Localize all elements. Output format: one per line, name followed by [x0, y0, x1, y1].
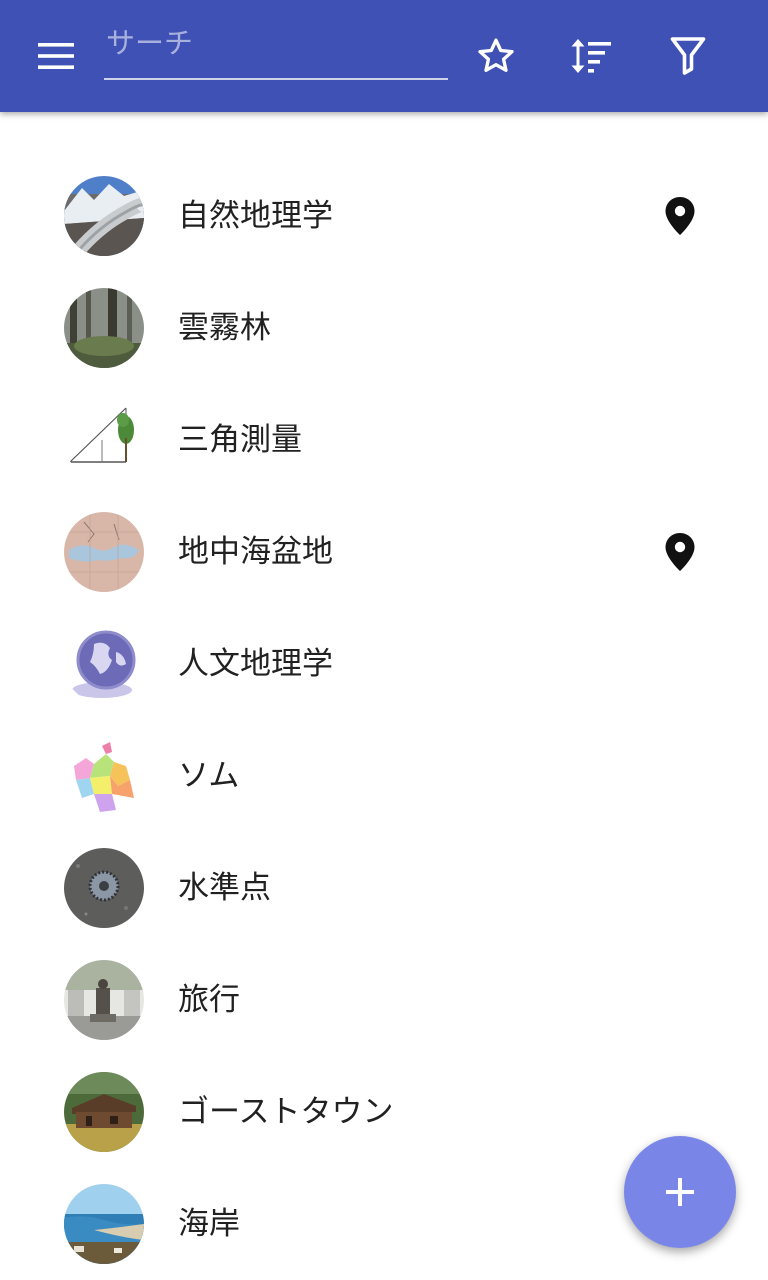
menu-button[interactable]	[28, 28, 84, 84]
sort-button[interactable]	[563, 28, 619, 84]
item-title: 人文地理学	[178, 646, 333, 682]
globe-thumbnail	[64, 624, 144, 704]
article-list: 自然地理学 雲霧林 三角測量 地中海盆地 人文地理学 ソム 水準点 旅行 ゴース…	[0, 160, 768, 1280]
plus-icon	[666, 1178, 694, 1206]
search-input[interactable]	[104, 22, 448, 80]
app-bar	[0, 0, 768, 112]
list-item[interactable]: 地中海盆地	[0, 496, 768, 608]
list-item[interactable]: 自然地理学	[0, 160, 768, 272]
filter-button[interactable]	[660, 28, 716, 84]
item-title: 海岸	[178, 1206, 240, 1242]
location-pin-icon[interactable]	[664, 196, 696, 236]
benchmark-thumbnail	[64, 848, 144, 928]
coast-thumbnail	[64, 1184, 144, 1264]
item-title: ソム	[178, 758, 240, 794]
sort-icon	[571, 39, 611, 73]
item-title: 三角測量	[178, 422, 302, 458]
item-title: 水準点	[178, 870, 271, 906]
item-title: 旅行	[178, 982, 240, 1018]
statue-thumbnail	[64, 960, 144, 1040]
item-title: 自然地理学	[178, 198, 333, 234]
glacier-thumbnail	[64, 176, 144, 256]
triangulation-thumbnail	[64, 400, 144, 480]
filter-icon	[670, 37, 706, 75]
item-title: ゴーストタウン	[178, 1094, 394, 1130]
search-field	[104, 22, 448, 82]
forest-thumbnail	[64, 288, 144, 368]
add-button[interactable]	[624, 1136, 736, 1248]
favorites-button[interactable]	[468, 28, 524, 84]
cabin-thumbnail	[64, 1072, 144, 1152]
location-pin-icon[interactable]	[664, 532, 696, 572]
region-map-thumbnail	[64, 736, 144, 816]
item-title: 雲霧林	[178, 310, 271, 346]
star-outline-icon	[478, 38, 514, 73]
list-item[interactable]: 水準点	[0, 832, 768, 944]
list-item[interactable]: ソム	[0, 720, 768, 832]
hamburger-menu-icon	[38, 43, 74, 69]
list-item[interactable]: 雲霧林	[0, 272, 768, 384]
item-title: 地中海盆地	[178, 534, 333, 570]
list-item[interactable]: 人文地理学	[0, 608, 768, 720]
mediterranean-map-thumbnail	[64, 512, 144, 592]
list-item[interactable]: 旅行	[0, 944, 768, 1056]
list-item[interactable]: 三角測量	[0, 384, 768, 496]
